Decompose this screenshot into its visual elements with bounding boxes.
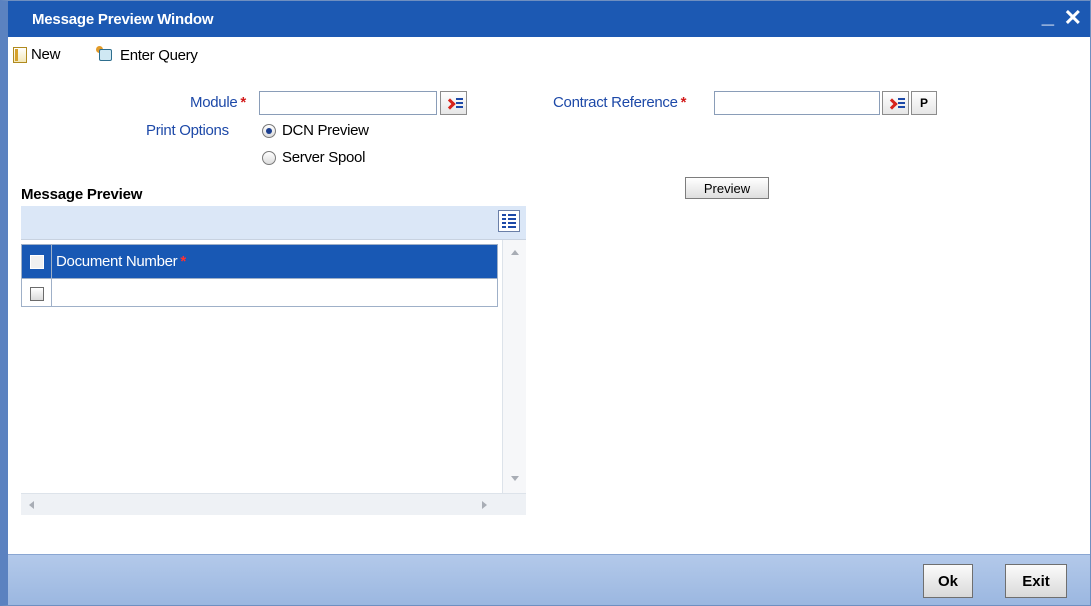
message-preview-title: Message Preview xyxy=(21,186,143,203)
table-header-row: Document Number * xyxy=(21,244,498,279)
module-label: Module * xyxy=(190,94,246,111)
preview-button[interactable]: Preview xyxy=(685,177,769,199)
print-options-label: Print Options xyxy=(146,122,229,139)
radio-button[interactable] xyxy=(262,150,276,165)
ok-button[interactable]: Ok xyxy=(923,564,973,598)
toolbar: New Enter Query xyxy=(8,43,1090,69)
new-button[interactable]: New xyxy=(13,46,60,63)
scroll-up-icon[interactable] xyxy=(511,250,519,255)
required-marker: * xyxy=(680,94,687,111)
document-number-header: Document Number * xyxy=(51,244,498,279)
horizontal-scrollbar[interactable] xyxy=(21,493,526,515)
lov-list-icon xyxy=(444,98,456,110)
enter-query-button[interactable]: Enter Query xyxy=(96,46,198,64)
module-input[interactable] xyxy=(259,91,437,115)
required-marker: * xyxy=(240,94,246,111)
row-checkbox[interactable] xyxy=(29,286,44,301)
message-preview-grid: Document Number * xyxy=(21,239,526,515)
p-button[interactable]: P xyxy=(911,91,937,115)
message-preview-window: Message Preview Window _ ✕ New Enter Que… xyxy=(0,0,1091,606)
radio-button[interactable] xyxy=(262,123,276,138)
contract-reference-input[interactable] xyxy=(714,91,880,115)
grid-header-bar xyxy=(21,206,526,239)
scroll-right-icon[interactable] xyxy=(482,501,487,509)
enter-query-label: Enter Query xyxy=(120,46,198,64)
radio-server-spool[interactable]: Server Spool xyxy=(262,149,365,166)
document-table: Document Number * xyxy=(21,244,498,307)
new-document-icon xyxy=(13,46,27,63)
required-marker: * xyxy=(180,253,186,270)
module-lov-button[interactable] xyxy=(440,91,467,115)
minimize-button[interactable]: _ xyxy=(1042,3,1054,29)
vertical-scrollbar[interactable] xyxy=(502,240,526,493)
select-all-checkbox[interactable] xyxy=(29,255,44,270)
footer-bar: Ok Exit xyxy=(8,554,1090,605)
exit-button[interactable]: Exit xyxy=(1005,564,1067,598)
grid-options-icon[interactable] xyxy=(498,210,520,232)
table-row xyxy=(21,278,498,307)
close-button[interactable]: ✕ xyxy=(1064,5,1082,31)
enter-query-icon xyxy=(96,46,116,64)
scroll-down-icon[interactable] xyxy=(511,476,519,481)
new-label: New xyxy=(31,46,61,63)
radio-dcn-preview[interactable]: DCN Preview xyxy=(262,122,369,139)
window-title: Message Preview Window xyxy=(32,11,214,28)
title-bar: Message Preview Window _ ✕ xyxy=(8,1,1090,37)
lov-list-icon xyxy=(886,98,898,110)
document-number-cell[interactable] xyxy=(51,278,498,307)
contract-reference-label: Contract Reference * xyxy=(553,94,687,111)
scroll-left-icon[interactable] xyxy=(29,501,34,509)
contract-reference-lov-button[interactable] xyxy=(882,91,909,115)
